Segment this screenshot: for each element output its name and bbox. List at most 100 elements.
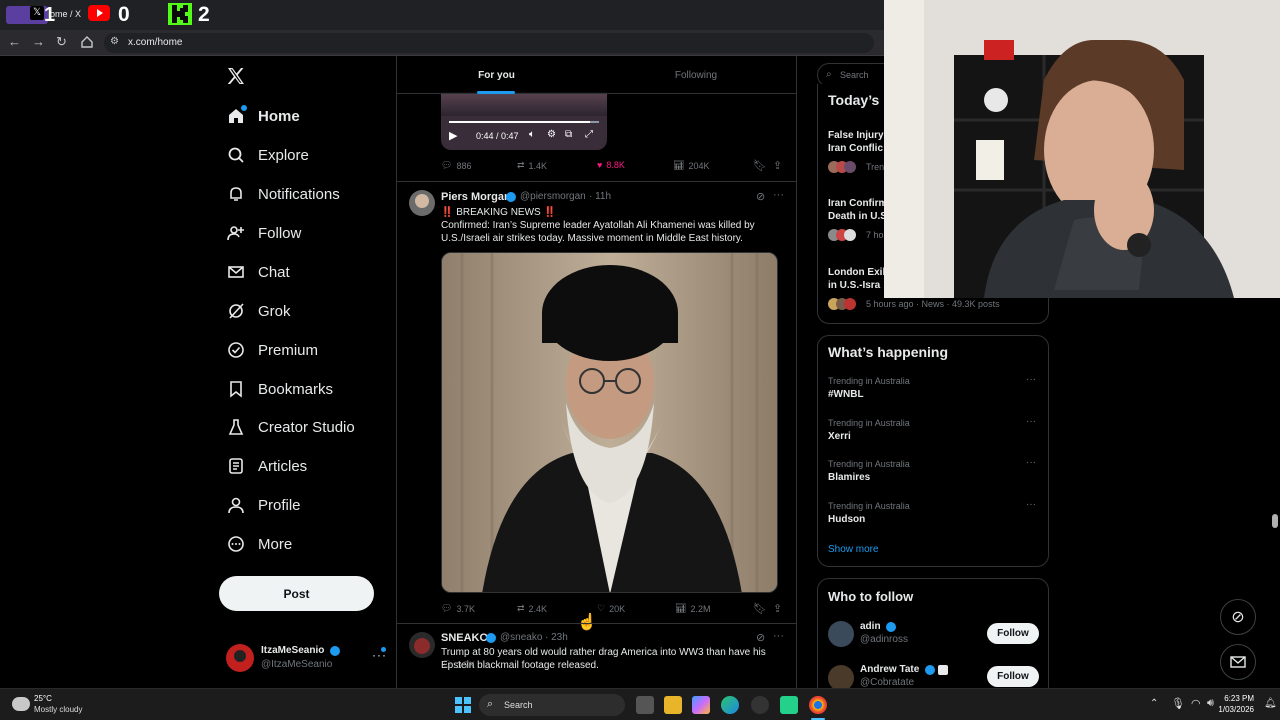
task-view-icon[interactable] <box>636 696 654 714</box>
follow-button[interactable]: Follow <box>987 666 1039 687</box>
repost-button[interactable]: ⇄ 2.4K <box>517 603 547 614</box>
video-progress-bar[interactable] <box>449 121 599 123</box>
x-logo-icon[interactable] <box>226 66 246 86</box>
trend-item[interactable]: Trending in Australia Xerri ··· <box>818 416 1048 454</box>
video-player[interactable]: ▶ 0:44 / 0:47 🔈︎ ⚙ ⧉ ⤢ <box>441 92 607 150</box>
reload-icon[interactable]: ↻ <box>56 35 70 49</box>
settings-icon[interactable]: ⚙ <box>547 129 556 140</box>
sidebar-item-follow[interactable]: Follow <box>226 218 301 248</box>
follow-button[interactable]: Follow <box>987 623 1039 644</box>
trend-context: Trending in Australia <box>828 459 910 469</box>
copilot-icon[interactable] <box>692 696 710 714</box>
sidebar-item-home[interactable]: Home <box>226 101 300 131</box>
trend-context: Trending in Australia <box>828 376 910 386</box>
account-switcher[interactable]: ItzaMeSeanio @ItzaMeSeanio ··· <box>226 642 386 676</box>
tweet-image[interactable] <box>441 252 778 593</box>
bookmark-icon[interactable]: 🔖︎ <box>753 159 767 172</box>
home-button-icon[interactable] <box>80 35 94 49</box>
grok-icon[interactable]: ⊘ <box>756 190 765 203</box>
microphone-icon[interactable]: 🎙︎ <box>1171 697 1185 710</box>
taskbar-search[interactable]: ⌕ Search <box>479 694 625 716</box>
sidebar-item-more[interactable]: More <box>226 529 292 559</box>
like-button[interactable]: ♥ 8.8K <box>597 160 625 170</box>
sidebar-item-profile[interactable]: Profile <box>226 490 301 520</box>
tweet-handle[interactable]: @sneako <box>500 632 542 643</box>
reply-button[interactable]: 💬︎ 886 <box>441 160 471 171</box>
tweet-piers-morgan[interactable]: Piers Morgan @piersmorgan · 11h ⊘ ··· ‼️… <box>397 182 796 670</box>
trend-more-icon[interactable]: ··· <box>1026 374 1036 385</box>
more-icon[interactable]: ··· <box>773 189 784 201</box>
messages-float-button[interactable] <box>1220 644 1256 680</box>
news-headline[interactable]: False Injury Iran Conflic <box>828 129 888 155</box>
volume-icon[interactable]: 🔈︎ <box>529 129 535 140</box>
sidebar-item-bookmarks[interactable]: Bookmarks <box>226 374 333 404</box>
reply-button[interactable]: 💬︎ 3.7K <box>441 603 475 614</box>
browser-tab-title[interactable]: ome / X <box>50 9 81 19</box>
views-button[interactable]: 📊︎ 204K <box>673 160 709 171</box>
tab-for-you[interactable]: For you <box>397 56 596 94</box>
weather-desc[interactable]: Mostly cloudy <box>34 705 82 714</box>
like-button[interactable]: ♡ 20K <box>597 603 625 614</box>
tweet-author-name[interactable]: Piers Morgan <box>441 191 511 203</box>
sidebar-item-chat[interactable]: Chat <box>226 257 290 287</box>
url-field[interactable]: ⚙ x.com/home <box>104 33 874 53</box>
page-scrollbar[interactable] <box>1272 514 1278 528</box>
post-button[interactable]: Post <box>219 576 374 611</box>
more-icon[interactable]: ··· <box>773 630 784 642</box>
trend-more-icon[interactable]: ··· <box>1026 416 1036 427</box>
sidebar-item-notifications[interactable]: Notifications <box>226 179 340 209</box>
windows-start-icon[interactable] <box>455 697 471 713</box>
pip-icon[interactable]: ⧉ <box>565 129 572 140</box>
repost-button[interactable]: ⇄ 1.4K <box>517 160 547 171</box>
sidebar-item-creator-studio[interactable]: Creator Studio <box>226 412 355 442</box>
edge-icon[interactable] <box>721 696 739 714</box>
tab-following[interactable]: Following <box>596 56 796 94</box>
follow-user-name[interactable]: Andrew Tate <box>860 664 919 675</box>
news-headline[interactable]: London Exil in U.S.-Isra <box>828 266 888 292</box>
follow-user-name[interactable]: adin <box>860 621 881 632</box>
grok-icon[interactable]: ⊘ <box>756 631 765 644</box>
tweet-sneako[interactable]: SNEAKO @sneako · 23h ⊘ ··· Trump at 80 y… <box>397 624 796 688</box>
trend-more-icon[interactable]: ··· <box>1026 499 1036 510</box>
trend-item[interactable]: Trending in Australia Hudson ··· <box>818 499 1048 537</box>
tweet-author-name[interactable]: SNEAKO <box>441 632 488 644</box>
sidebar-item-grok[interactable]: Grok <box>226 296 291 326</box>
avatar[interactable] <box>828 665 854 688</box>
notification-bell-icon[interactable]: 🔔︎ <box>1264 698 1277 709</box>
tweet-time[interactable]: · 23h <box>545 632 568 643</box>
bookmark-icon[interactable]: 🔖︎ <box>753 602 767 615</box>
trend-item[interactable]: Trending in Australia Blamires ··· <box>818 457 1048 495</box>
back-icon[interactable]: ← <box>8 35 22 49</box>
sidebar-item-explore[interactable]: Explore <box>226 140 309 170</box>
tweet-time[interactable]: · 11h <box>589 191 611 202</box>
news-headline[interactable]: Iran Confirm Death in U.S <box>828 197 888 223</box>
news-meta: 5 hours ago · News · 49.3K posts <box>866 299 1000 309</box>
trend-item[interactable]: Trending in Australia #WNBL ··· <box>818 374 1048 412</box>
avatar[interactable] <box>409 190 435 216</box>
avatar[interactable] <box>409 632 435 658</box>
clock-time[interactable]: 6:23 PM <box>1210 694 1254 703</box>
views-button[interactable]: 📊︎ 2.2M <box>675 603 710 614</box>
app-icon[interactable] <box>780 696 798 714</box>
fullscreen-icon[interactable]: ⤢ <box>585 129 593 140</box>
chrome-icon[interactable] <box>809 696 827 714</box>
weather-temp[interactable]: 25°C <box>34 694 52 703</box>
trend-more-icon[interactable]: ··· <box>1026 457 1036 468</box>
grok-float-icon[interactable]: ⊘ <box>1220 599 1256 635</box>
share-icon[interactable]: ⇪ <box>773 602 782 615</box>
site-info-icon[interactable]: ⚙ <box>110 36 119 47</box>
file-explorer-icon[interactable] <box>664 696 682 714</box>
avatar[interactable] <box>828 621 854 647</box>
video-play-icon[interactable]: ▶ <box>449 129 457 142</box>
sidebar-item-premium[interactable]: Premium <box>226 335 318 365</box>
heart-filled-icon: ♥ <box>597 160 603 170</box>
show-more-link[interactable]: Show more <box>828 544 879 555</box>
tray-chevron-icon[interactable]: ⌃ <box>1150 698 1158 709</box>
follow-user-handle: @adinross <box>860 634 908 645</box>
clock-date[interactable]: 1/03/2026 <box>1200 705 1254 714</box>
settings-app-icon[interactable] <box>751 696 769 714</box>
share-icon[interactable]: ⇪ <box>773 159 782 172</box>
tweet-handle[interactable]: @piersmorgan <box>520 191 586 202</box>
forward-icon[interactable]: → <box>32 35 46 49</box>
sidebar-item-articles[interactable]: Articles <box>226 451 307 481</box>
